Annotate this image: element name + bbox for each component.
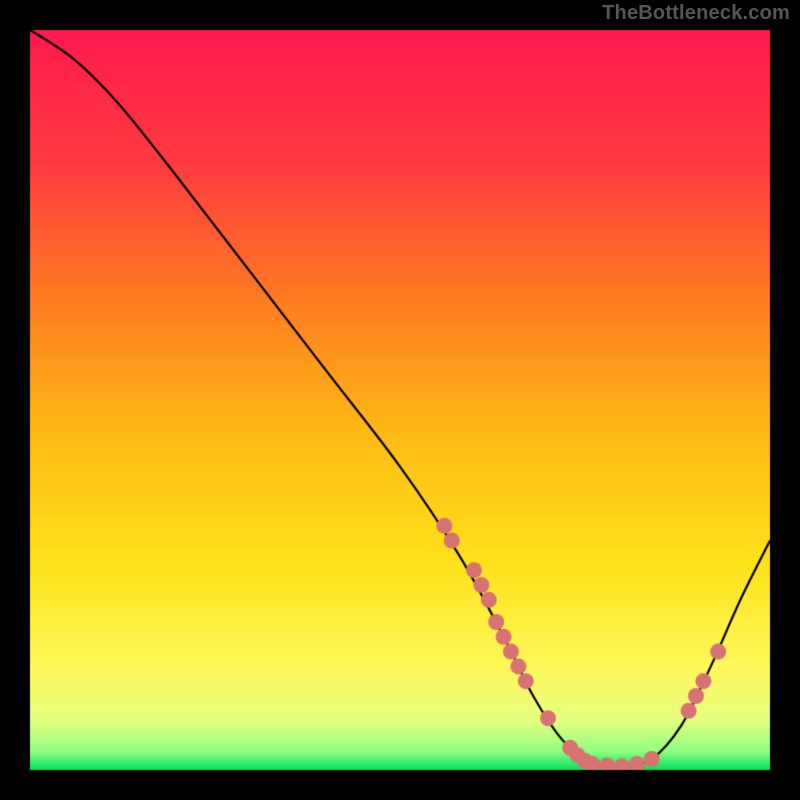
watermark-text: TheBottleneck.com — [602, 2, 790, 25]
bottleneck-chart — [0, 0, 800, 800]
